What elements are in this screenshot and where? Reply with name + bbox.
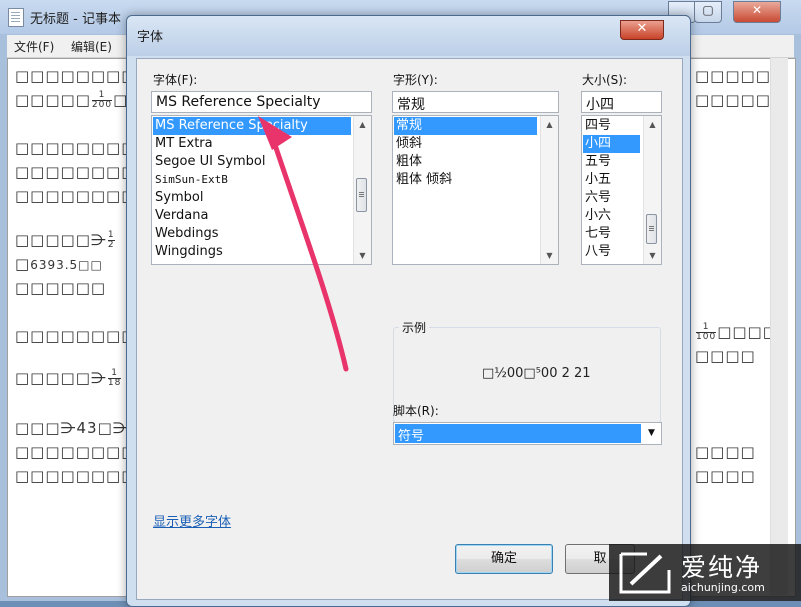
style-list-scrollbar[interactable]: ▲ ▼ [540, 116, 558, 264]
show-more-fonts-link[interactable]: 显示更多字体 [153, 511, 231, 530]
close-icon: ✕ [636, 21, 648, 36]
maximize-button[interactable]: ▢ [694, 1, 722, 23]
size-list-item[interactable]: 八号 [583, 243, 613, 261]
scroll-up-icon[interactable]: ▲ [354, 116, 371, 133]
sample-label: 示例 [399, 319, 430, 336]
watermark-logo-icon [619, 552, 671, 594]
size-list-item[interactable]: 六号 [583, 189, 613, 207]
text-line: □□□□□⋺ 1 18 [15, 368, 122, 388]
scroll-up-icon[interactable]: ▲ [541, 116, 558, 133]
font-list-item[interactable]: Wingdings [153, 243, 225, 261]
style-list-item[interactable]: 粗体 [394, 153, 424, 171]
notepad-scrollbar[interactable] [770, 58, 788, 595]
dialog-titlebar: 字体 ✕ [127, 16, 690, 56]
text-line: □6393.5□□ [15, 255, 103, 273]
menu-file[interactable]: 文件(F) [14, 38, 54, 55]
text-line: □□□□□⋺ 1 2 [15, 230, 115, 250]
sample-preview: □½00□⁵00 2 21 [482, 366, 591, 381]
size-label: 大小(S): [582, 73, 628, 87]
style-list-item[interactable]: 粗体 倾斜 [394, 171, 454, 189]
text-line: □□□⋺43□⋺ [15, 419, 129, 437]
size-list-item[interactable]: 四号 [583, 117, 613, 135]
text-line: □□□□□□□□ [15, 163, 137, 181]
size-list-scrollbar[interactable]: ▲ ▼ [643, 116, 661, 264]
text-line: □□□□□□ [15, 279, 107, 297]
ok-button[interactable]: 确定 [455, 544, 553, 574]
text-line: □□□□□□□□ [15, 327, 137, 345]
text-line: □□□□□□□□ [15, 443, 137, 461]
font-name-input[interactable]: MS Reference Specialty [151, 91, 372, 113]
font-list[interactable]: MS Reference Specialty MT Extra Segoe UI… [151, 115, 372, 265]
close-icon: ✕ [751, 3, 763, 17]
style-list[interactable]: 常规 倾斜 粗体 粗体 倾斜 ▲ ▼ [392, 115, 559, 265]
fraction: 1 18 [107, 368, 122, 388]
watermark: 爱纯净 aichunjing.com [609, 544, 801, 601]
size-list-item[interactable]: 五号 [583, 153, 613, 171]
notepad-title: 无标题 - 记事本 [30, 12, 121, 27]
fraction: 1 100 [696, 322, 717, 342]
font-list-item[interactable]: MT Extra [153, 135, 215, 153]
menu-edit[interactable]: 编辑(E) [71, 38, 112, 55]
script-label: 脚本(R): [393, 404, 439, 418]
watermark-text: 爱纯净 [681, 553, 763, 582]
font-label: 字体(F): [153, 73, 198, 87]
font-list-item[interactable]: MS Reference Specialty [153, 117, 351, 135]
text-line: □□□□□□□□ [15, 67, 137, 85]
dialog-title: 字体 [137, 30, 164, 45]
style-list-item[interactable]: 倾斜 [394, 135, 424, 153]
notepad-app-icon [8, 8, 24, 27]
text-line-right: □□□□ [695, 443, 756, 461]
font-list-item[interactable]: Symbol [153, 189, 205, 207]
text-line: □□□□□ 1 200 □ [15, 90, 129, 110]
scroll-thumb[interactable] [646, 214, 657, 244]
scroll-down-icon[interactable]: ▼ [354, 247, 371, 264]
text-line-right: □□□□ [695, 347, 756, 365]
font-list-item[interactable]: Segoe UI Symbol [153, 153, 268, 171]
script-select-value: 符号 [395, 424, 641, 444]
font-list-item[interactable]: SimSun-ExtB [153, 171, 230, 189]
chevron-down-icon[interactable]: ▼ [643, 424, 660, 443]
text-line: □□□□□□□□ [15, 187, 137, 205]
text-line-right: □□□□ [695, 467, 756, 485]
watermark-url: aichunjing.com [681, 581, 765, 594]
style-label: 字形(Y): [393, 73, 438, 87]
font-style-input[interactable]: 常规 [392, 91, 559, 113]
font-list-item[interactable]: Webdings [153, 225, 220, 243]
text-line: □□□□□□□□ [15, 139, 137, 157]
notepad-close-button[interactable]: ✕ [733, 1, 781, 23]
dialog-body: 字体(F): MS Reference Specialty MS Referen… [136, 58, 683, 600]
scroll-thumb[interactable] [356, 178, 367, 212]
scroll-up-icon[interactable]: ▲ [644, 116, 661, 133]
size-list-item[interactable]: 小六 [583, 207, 613, 225]
text-line-right: 1 100 □□□□ [696, 322, 778, 342]
scroll-down-icon[interactable]: ▼ [541, 247, 558, 264]
text-line: □□□□□□□□ [15, 467, 137, 485]
size-list-item[interactable]: 小五 [583, 171, 613, 189]
size-list[interactable]: 四号 小四 五号 小五 六号 小六 七号 八号 ▲ ▼ [581, 115, 662, 265]
font-size-input[interactable]: 小四 [581, 91, 662, 113]
font-dialog: 字体 ✕ 字体(F): MS Reference Specialty MS Re… [126, 15, 691, 607]
size-list-item[interactable]: 七号 [583, 225, 613, 243]
size-list-item[interactable]: 小四 [583, 135, 640, 153]
fraction: 1 200 [91, 90, 113, 110]
fraction: 12 [107, 230, 115, 250]
font-list-item[interactable]: Verdana [153, 207, 210, 225]
font-list-scrollbar[interactable]: ▲ ▼ [353, 116, 371, 264]
dialog-close-button[interactable]: ✕ [620, 20, 664, 40]
script-select[interactable]: 符号 ▼ [393, 422, 662, 445]
style-list-item[interactable]: 常规 [394, 117, 537, 135]
scroll-down-icon[interactable]: ▼ [644, 247, 661, 264]
maximize-icon: ▢ [702, 3, 714, 17]
